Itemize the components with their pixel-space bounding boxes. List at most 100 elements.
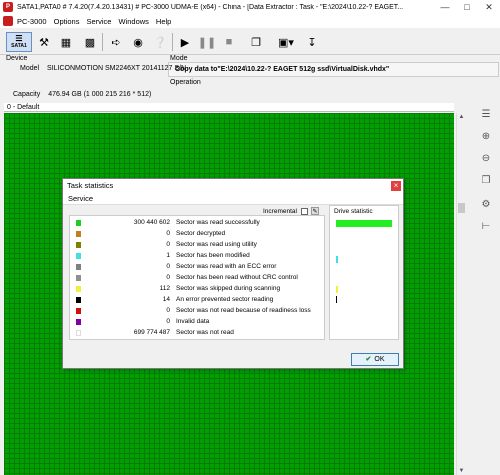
stat-value: 1 — [166, 252, 170, 259]
stat-description: Sector decrypted — [176, 230, 226, 237]
capacity-value: 476.94 GB (1 000 215 216 * 512) — [48, 91, 152, 98]
sector-map-scrollbar[interactable]: ▲ ▼ — [456, 113, 465, 475]
stat-row: 0 Sector decrypted — [70, 229, 326, 239]
stat-color-swatch — [76, 264, 81, 270]
stat-row: 0 Invalid data — [70, 317, 326, 327]
sata-port-icon: ☰ — [15, 34, 23, 43]
window-controls: — □ ✕ — [434, 0, 500, 14]
drive-statistic-panel: Drive statistic — [329, 205, 399, 340]
stat-row: 300 440 602 Sector was read successfully — [70, 218, 326, 228]
title-bar: P SATA1,PATA0 # 7.4.20(7.4.20.13431) # P… — [0, 0, 500, 14]
toolbar-separator — [172, 33, 173, 51]
scroll-thumb[interactable] — [458, 203, 465, 213]
ok-button[interactable]: ✔ OK — [351, 353, 399, 366]
checkmark-icon: ✔ — [365, 356, 372, 363]
stat-description: Sector was skipped during scanning — [176, 285, 281, 292]
drive-info-icon[interactable]: ▩ — [82, 32, 98, 52]
stat-row: 0 Sector was read with an ECC error — [70, 262, 326, 272]
menu-bar: PC-3000 Options Service Windows Help — [0, 14, 500, 28]
stat-color-swatch — [76, 286, 81, 292]
flashlight-icon[interactable]: ➪ — [108, 32, 124, 52]
download-icon[interactable]: ↧ — [304, 32, 320, 52]
stat-color-swatch — [76, 308, 81, 314]
stat-description: Sector has been modified — [176, 252, 250, 259]
stat-value: 0 — [166, 274, 170, 281]
sata-port-label: SATA1 — [11, 43, 27, 49]
binoculars-icon[interactable]: ◉ — [130, 32, 146, 52]
pencil-icon[interactable]: ✎ — [310, 207, 319, 215]
close-icon[interactable]: ✕ — [478, 0, 500, 14]
stat-color-swatch — [76, 297, 81, 303]
menu-options[interactable]: Options — [54, 17, 80, 26]
stat-row: 14 An error prevented sector reading — [70, 295, 326, 305]
stat-row: 1 Sector has been modified — [70, 251, 326, 261]
stat-description: An error prevented sector reading — [176, 296, 274, 303]
zoom-out-icon[interactable]: ⊖ — [478, 152, 494, 166]
play-icon[interactable]: ▶ — [178, 32, 192, 52]
stat-value: 0 — [166, 263, 170, 270]
stat-description: Sector was read successfully — [176, 219, 260, 226]
sata1-port-button[interactable]: ☰ SATA1 — [6, 32, 32, 52]
scroll-down-icon[interactable]: ▼ — [457, 467, 466, 475]
model-label: Model — [20, 65, 40, 72]
stat-description: Sector was read using utility — [176, 241, 257, 248]
ok-label: OK — [374, 356, 385, 363]
layers-icon[interactable]: ❐ — [478, 174, 494, 188]
stat-color-swatch — [76, 330, 81, 336]
stat-value: 14 — [162, 296, 170, 303]
stat-description: Sector was not read because of readiness… — [176, 307, 311, 314]
model-value: SILICONMOTION SM2246XT 20141127 S/N — [47, 65, 187, 72]
minimize-icon[interactable]: — — [434, 0, 456, 14]
stat-row: 699 774 487 Sector was not read — [70, 328, 326, 338]
stat-description: Sector was not read — [176, 329, 234, 336]
menu-windows[interactable]: Windows — [118, 17, 148, 26]
stat-color-swatch — [76, 220, 81, 226]
pause-icon[interactable]: ❚❚ — [198, 32, 216, 52]
stat-description: Invalid data — [176, 318, 210, 325]
operation-label: Operation — [170, 79, 201, 86]
zoom-in-icon[interactable]: ⊕ — [478, 130, 494, 144]
incremental-label: Incremental — [263, 207, 297, 215]
incremental-checkbox[interactable] — [300, 207, 308, 215]
mode-section-label: Mode — [170, 55, 188, 62]
pc3000-logo-icon — [3, 16, 13, 26]
dialog-title: Task statistics — [67, 181, 114, 190]
stat-value: 0 — [166, 241, 170, 248]
dialog-service-tab[interactable]: Service — [63, 193, 403, 205]
dialog-close-icon[interactable]: × — [391, 181, 401, 191]
copy-windows-icon[interactable]: ❐ — [248, 32, 264, 52]
connector-icon[interactable]: ⊢ — [478, 220, 494, 234]
drive-bar-skipped — [336, 286, 338, 293]
stop-icon[interactable]: ■ — [222, 32, 236, 52]
list-view-icon[interactable]: ☰ — [478, 108, 494, 122]
disk-panel-icon[interactable]: ▦ — [58, 32, 74, 52]
tools-icon[interactable]: ⚒ — [36, 32, 52, 52]
stat-row: 0 Sector was read using utility — [70, 240, 326, 250]
menu-help[interactable]: Help — [156, 17, 171, 26]
mode-panel: Copy data to"E:\2024\10.22-? EAGET 512g … — [168, 62, 499, 77]
drive-bar-success — [336, 220, 392, 227]
stat-value: 300 440 602 — [133, 219, 170, 226]
incremental-option: Incremental ✎ — [263, 207, 319, 215]
menu-service[interactable]: Service — [86, 17, 111, 26]
mode-value: Copy data to"E:\2024\10.22-? EAGET 512g … — [175, 66, 390, 73]
stat-color-swatch — [76, 231, 81, 237]
stat-row: 0 Sector has been read without CRC contro… — [70, 273, 326, 283]
task-statistics-dialog: Task statistics × Service Incremental ✎ … — [62, 178, 404, 369]
stat-value: 0 — [166, 230, 170, 237]
monitor-icon[interactable]: ▣▾ — [272, 32, 300, 52]
stat-value: 0 — [166, 307, 170, 314]
scroll-up-icon[interactable]: ▲ — [457, 113, 466, 121]
stats-list: 300 440 602 Sector was read successfully 0… — [69, 215, 325, 340]
maximize-icon[interactable]: □ — [456, 0, 478, 14]
drive-bar-modified — [336, 256, 338, 263]
stat-value: 112 — [159, 285, 170, 292]
menu-app-name[interactable]: PC-3000 — [17, 17, 47, 26]
stat-color-swatch — [76, 319, 81, 325]
toolbar: ☰ SATA1 ⚒ ▦ ▩ ➪ ◉ ❔ ▶ ❚❚ ■ ❐ ▣▾ ↧ — [0, 29, 500, 55]
tool-settings-icon[interactable]: ⚙ — [478, 198, 494, 212]
stat-row: 0 Sector was not read because of readines… — [70, 306, 326, 316]
right-tool-strip: ☰ ⊕ ⊖ ❐ ⚙ ⊢ — [472, 108, 500, 232]
help-icon[interactable]: ❔ — [152, 32, 168, 52]
stat-color-swatch — [76, 253, 81, 259]
